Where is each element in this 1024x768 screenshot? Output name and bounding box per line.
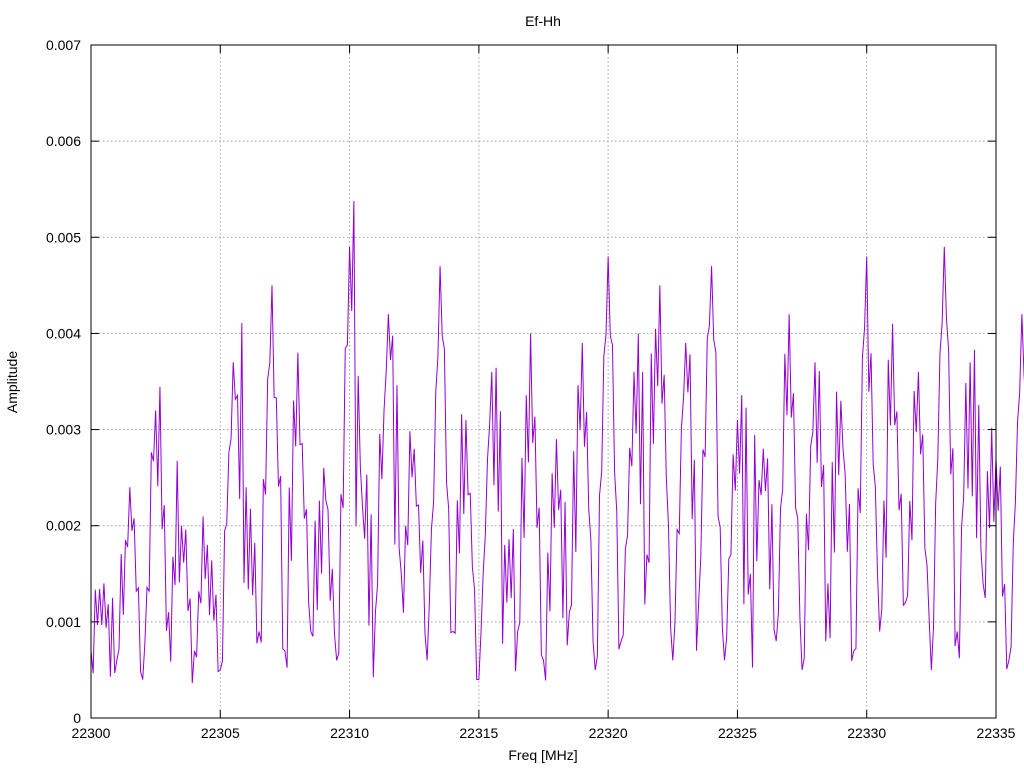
- x-axis-title: Freq [MHz]: [508, 747, 577, 763]
- x-tick-label: 22320: [589, 725, 628, 741]
- x-tick-label: 22330: [847, 725, 886, 741]
- amplitude-chart: 22300 22305 22310 22315 22320 22325 22330 22335…: [4, 13, 1024, 763]
- x-tick-label: 22310: [330, 725, 369, 741]
- x-tick-label: 22305: [201, 725, 240, 741]
- y-tick-label: 0.002: [46, 518, 81, 534]
- plot-border: [90, 44, 997, 719]
- series-line: [90, 201, 1024, 684]
- y-tick-label: 0.003: [46, 422, 81, 438]
- y-tick-label: 0.005: [46, 229, 81, 245]
- x-tick-label: 22325: [718, 725, 757, 741]
- y-tick-label: 0.006: [46, 133, 81, 149]
- y-tick-label: 0.001: [46, 614, 81, 630]
- grid: [91, 45, 996, 718]
- x-tick-label: 22335: [977, 725, 1016, 741]
- y-axis-title: Amplitude: [4, 351, 20, 413]
- x-tick-label: 22300: [72, 725, 111, 741]
- y-tick-label: 0: [73, 710, 81, 726]
- chart-title: Ef-Hh: [525, 13, 561, 29]
- x-tick-label: 22315: [459, 725, 498, 741]
- y-tick-label: 0.004: [46, 325, 81, 341]
- y-tick-label: 0.007: [46, 37, 81, 53]
